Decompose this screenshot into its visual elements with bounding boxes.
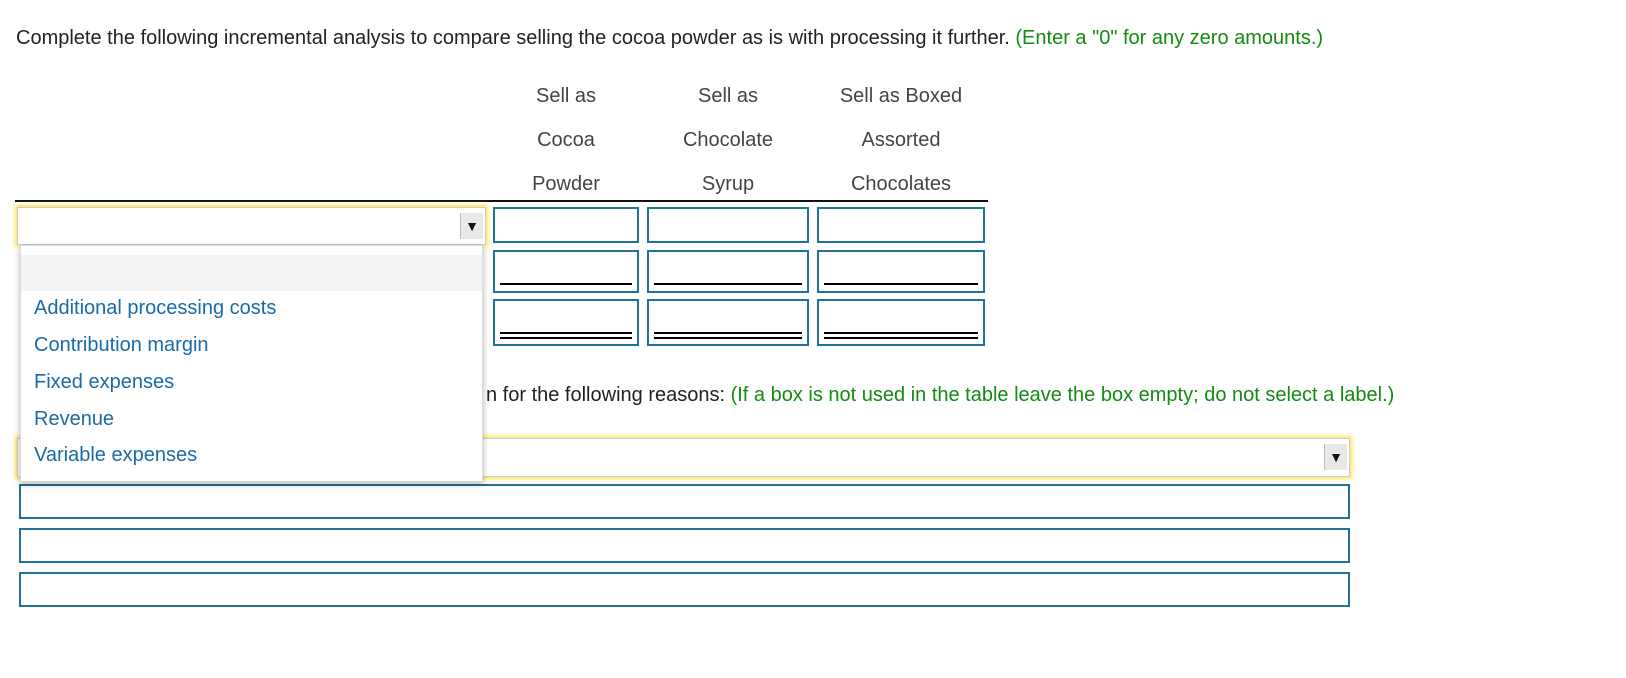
input-r1-c2[interactable] [647,207,809,243]
reasons-hint: (If a box is not used in the table leave… [730,384,1395,406]
instruction-text: Complete the following incremental analy… [16,27,1010,49]
reason-input-1[interactable] [19,484,1350,519]
chevron-down-icon[interactable]: ▼ [460,213,483,239]
input-r2-c1[interactable] [493,250,639,293]
chevron-down-icon[interactable]: ▼ [1324,444,1347,470]
option-contribution-margin[interactable]: Contribution margin [34,334,209,357]
input-r2-c3[interactable] [817,250,985,293]
instruction-hint: (Enter a "0" for any zero amounts.) [1015,27,1324,49]
column-header-boxed-chocolates: Sell as Boxed Assorted Chocolates [839,85,963,195]
option-additional-processing-costs[interactable]: Additional processing costs [34,297,276,320]
input-r1-c1[interactable] [493,207,639,243]
column-header-cocoa-powder: Sell as Cocoa Powder [532,85,600,195]
option-variable-expenses[interactable]: Variable expenses [34,444,197,467]
row-label-select[interactable]: ▼ [17,207,486,245]
input-r3-c2[interactable] [647,299,809,346]
input-r2-c2[interactable] [647,250,809,293]
input-r1-c3[interactable] [817,207,985,243]
reasons-text: n for the following reasons: (If a box i… [486,384,1395,406]
option-fixed-expenses[interactable]: Fixed expenses [34,371,174,394]
instruction: Complete the following incremental analy… [16,27,1323,50]
input-r3-c3[interactable] [817,299,985,346]
dropdown-menu: Additional processing costs Contribution… [20,245,483,482]
option-revenue[interactable]: Revenue [34,408,114,431]
input-r3-c1[interactable] [493,299,639,346]
header-rule [15,200,988,202]
option-blank[interactable] [21,255,482,291]
reason-input-2[interactable] [19,528,1350,563]
reason-input-3[interactable] [19,572,1350,607]
column-header-chocolate-syrup: Sell as Chocolate Syrup [682,85,774,195]
